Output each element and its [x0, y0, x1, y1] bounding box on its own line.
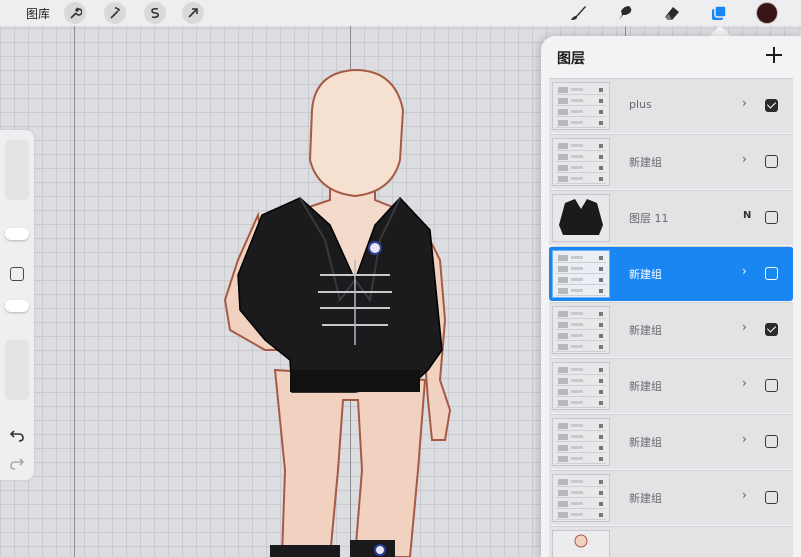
blend-mode-label[interactable]: N [743, 210, 751, 221]
layer-name: 新建组 [629, 268, 662, 281]
gallery-button[interactable]: 图库 [26, 5, 50, 22]
chevron-right-icon[interactable]: › [742, 320, 747, 334]
opacity-slider[interactable] [5, 340, 29, 400]
layer-name: plus [629, 98, 652, 111]
layers-panel: 图层 plus › 新建组 › 图层 11 N 新建组 › 新建组 › 新建组 › 新建组 › 新建组 › [541, 36, 801, 557]
chevron-right-icon[interactable]: › [742, 96, 747, 110]
layer-thumbnail [552, 138, 610, 186]
wrench-icon[interactable] [64, 2, 86, 24]
visibility-checkbox[interactable] [765, 323, 778, 336]
brush-size-slider[interactable] [5, 140, 29, 200]
layer-thumbnail [552, 250, 610, 298]
opacity-handle[interactable] [5, 300, 29, 312]
chevron-right-icon[interactable]: › [742, 488, 747, 502]
visibility-checkbox[interactable] [765, 491, 778, 504]
layer-thumbnail [552, 82, 610, 130]
visibility-checkbox[interactable] [765, 99, 778, 112]
visibility-checkbox[interactable] [765, 435, 778, 448]
layer-thumbnail [552, 418, 610, 466]
layer-name: 新建组 [629, 492, 662, 505]
top-toolbar: 图库 [0, 0, 801, 26]
magic-wand-icon[interactable] [104, 2, 126, 24]
visibility-checkbox[interactable] [765, 155, 778, 168]
layer-row[interactable]: 图层 11 N [549, 190, 793, 245]
layer-name: 新建组 [629, 324, 662, 337]
eraser-icon[interactable] [659, 0, 685, 26]
layer-group-row[interactable]: plus › [549, 78, 793, 133]
brush-size-handle[interactable] [5, 228, 29, 240]
layer-name: 新建组 [629, 436, 662, 449]
visibility-checkbox[interactable] [765, 267, 778, 280]
redo-icon[interactable] [9, 456, 25, 475]
layer-name: 新建组 [629, 156, 662, 169]
smudge-icon[interactable] [612, 0, 638, 26]
add-layer-button[interactable] [763, 44, 785, 66]
layer-name: 新建组 [629, 380, 662, 393]
left-sidebar [0, 130, 34, 480]
layers-icon[interactable] [706, 0, 732, 26]
layer-row[interactable] [549, 526, 793, 557]
layer-group-row[interactable]: 新建组 › [549, 414, 793, 469]
visibility-checkbox[interactable] [765, 211, 778, 224]
layer-group-row[interactable]: 新建组 › [549, 302, 793, 357]
layer-group-row[interactable]: 新建组 › [549, 246, 793, 301]
chevron-right-icon[interactable]: › [742, 432, 747, 446]
chevron-right-icon[interactable]: › [742, 264, 747, 278]
selection-icon[interactable] [144, 2, 166, 24]
layer-thumbnail [552, 194, 610, 242]
undo-icon[interactable] [9, 428, 25, 447]
panel-title: 图层 [557, 51, 585, 67]
color-swatch[interactable] [754, 0, 780, 26]
layer-thumbnail [552, 362, 610, 410]
brush-icon[interactable] [565, 0, 591, 26]
modifier-button[interactable] [10, 267, 24, 281]
layer-thumbnail [552, 530, 610, 557]
chevron-right-icon[interactable]: › [742, 152, 747, 166]
layer-group-row[interactable]: 新建组 › [549, 470, 793, 525]
layer-name: 图层 11 [629, 212, 669, 225]
layer-thumbnail [552, 474, 610, 522]
layer-thumbnail [552, 306, 610, 354]
chevron-right-icon[interactable]: › [742, 376, 747, 390]
layer-group-row[interactable]: 新建组 › [549, 358, 793, 413]
layer-group-row[interactable]: 新建组 › [549, 134, 793, 189]
transform-arrow-icon[interactable] [182, 2, 204, 24]
visibility-checkbox[interactable] [765, 379, 778, 392]
